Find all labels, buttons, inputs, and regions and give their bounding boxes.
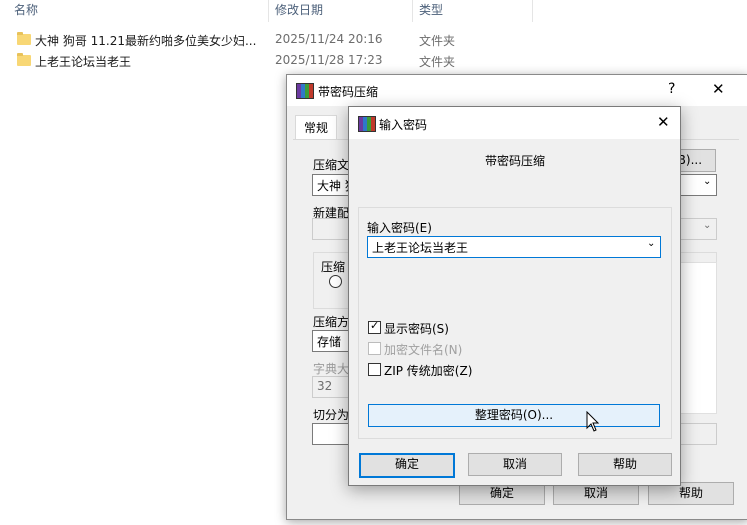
password-dialog-titlebar[interactable]: 输入密码 ✕ [349,107,680,139]
split-unit-dropdown [677,423,717,445]
password-value: 上老王论坛当老王 [372,241,469,255]
compress-label: 压缩 [321,258,346,275]
show-password-checkbox[interactable]: ✓ [368,319,381,334]
winrar-icon [296,83,314,99]
checkmark-icon: ✓ [370,319,380,332]
file-list-header: 名称 修改日期 类型 [0,0,747,22]
file-type: 文件夹 [419,55,456,69]
radio-option[interactable] [329,275,342,288]
file-modified: 2025/11/24 20:16 [275,32,383,46]
winrar-icon [358,116,376,132]
column-separator[interactable] [412,0,413,22]
file-row[interactable]: 上老王论坛当老王 2025/11/28 17:23 文件夹 [0,52,540,72]
column-separator[interactable] [532,0,533,22]
options-panel [680,262,717,414]
column-separator[interactable] [268,0,269,22]
folder-icon [17,53,31,66]
archive-dialog-title: 带密码压缩 [318,85,379,99]
password-dialog-subtitle: 带密码压缩 [485,154,546,168]
password-dialog-title: 输入密码 [379,118,428,132]
chevron-down-icon[interactable]: ⌄ [703,220,711,231]
close-icon[interactable]: ✕ [657,113,670,131]
file-name: 上老王论坛当老王 [35,55,132,69]
password-dialog: 输入密码 ✕ 带密码压缩 输入密码(E) 上老王论坛当老王 ⌄ ✓ 显示密码(S… [348,106,681,486]
show-password-label[interactable]: 显示密码(S) [384,320,449,337]
file-modified: 2025/11/28 17:23 [275,53,383,67]
column-modified[interactable]: 修改日期 [275,0,323,22]
chevron-down-icon[interactable]: ⌄ [703,176,711,187]
close-icon[interactable]: ✕ [712,80,725,98]
zip-legacy-checkbox[interactable] [368,363,381,376]
file-type: 文件夹 [419,34,456,48]
compress-method-label: 压缩方 [313,315,350,329]
file-name: 大神 狗哥 11.21最新约啪多位美女少妇... [35,34,257,48]
password-label: 输入密码(E) [367,221,432,235]
organize-passwords-button[interactable]: 整理密码(O)... [368,404,660,427]
archive-dialog-titlebar[interactable]: 带密码压缩 ? ✕ [287,75,747,106]
column-name[interactable]: 名称 [14,0,38,22]
password-input[interactable]: 上老王论坛当老王 ⌄ [367,236,661,258]
tab-general[interactable]: 常规 [295,115,337,140]
compress-method-value: 存储 [317,335,342,349]
column-type[interactable]: 类型 [419,0,443,22]
dict-size-value: 32 [317,379,333,393]
mouse-cursor-icon [586,411,600,432]
password-cancel-button[interactable]: 取消 [468,453,562,476]
encrypt-filenames-checkbox [368,342,381,355]
help-icon[interactable]: ? [668,81,675,97]
chevron-down-icon[interactable]: ⌄ [647,238,655,249]
split-label: 切分为 [313,408,350,422]
encrypt-filenames-label: 加密文件名(N) [384,343,463,357]
zip-legacy-label[interactable]: ZIP 传统加密(Z) [384,362,472,379]
password-help-button[interactable]: 帮助 [578,453,672,476]
password-ok-button[interactable]: 确定 [359,453,455,478]
file-row[interactable]: 大神 狗哥 11.21最新约啪多位美女少妇... 2025/11/24 20:1… [0,31,540,51]
folder-icon [17,32,31,45]
dict-size-label: 字典大 [313,362,350,376]
archive-name-label: 压缩文 [313,158,350,172]
